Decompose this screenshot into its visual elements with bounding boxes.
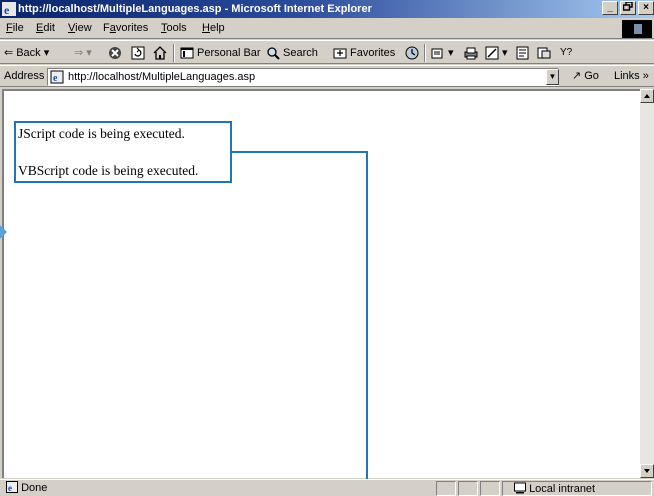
- search-button[interactable]: Search: [266, 44, 318, 62]
- address-bar: Address e http://localhost/MultipleLangu…: [0, 65, 654, 87]
- ie-logo-icon: e: [2, 2, 16, 16]
- scroll-up-button[interactable]: [640, 89, 654, 103]
- svg-text:e: e: [8, 483, 12, 493]
- menu-bar: File Edit View Favorites Tools Help: [0, 19, 654, 39]
- maximize-button[interactable]: [620, 1, 636, 15]
- menu-help[interactable]: Help: [202, 22, 225, 34]
- chevron-down-icon: ▾: [448, 47, 454, 59]
- title-bar[interactable]: e http://localhost/MultipleLanguages.asp…: [0, 0, 654, 18]
- research-button[interactable]: Y?: [560, 44, 572, 62]
- address-dropdown-button[interactable]: ▼: [546, 69, 559, 85]
- svg-text:e: e: [4, 3, 10, 16]
- address-url: http://localhost/MultipleLanguages.asp: [68, 71, 256, 83]
- status-pane: [436, 481, 456, 496]
- vertical-scrollbar[interactable]: [640, 89, 654, 478]
- back-button[interactable]: ⇐ Back ▾: [4, 44, 49, 62]
- page-icon: e: [50, 70, 64, 84]
- refresh-button[interactable]: [131, 44, 145, 62]
- callout-line: [366, 151, 368, 496]
- menu-tools[interactable]: Tools: [161, 22, 187, 34]
- favorites-button[interactable]: Favorites: [333, 44, 395, 62]
- edit-icon: [485, 46, 499, 60]
- history-icon: [405, 46, 419, 60]
- mail-icon: [431, 48, 443, 59]
- forward-arrow-icon: ⇒: [74, 47, 84, 59]
- stop-button[interactable]: [108, 44, 122, 62]
- chevron-down-icon: ▾: [502, 47, 508, 59]
- svg-text:e: e: [53, 73, 58, 84]
- favorites-icon: [333, 48, 347, 59]
- chevron-down-icon: ▾: [86, 47, 92, 59]
- menu-favorites[interactable]: Favorites: [103, 22, 148, 34]
- stop-icon: [109, 47, 121, 59]
- personal-bar-button[interactable]: Personal Bar: [180, 44, 261, 62]
- intranet-zone-icon: [514, 482, 526, 494]
- research-icon: Y?: [560, 47, 573, 58]
- scroll-down-button[interactable]: [640, 464, 654, 478]
- home-icon: [153, 46, 167, 60]
- browser-window: e http://localhost/MultipleLanguages.asp…: [0, 0, 654, 496]
- address-label: Address: [4, 70, 45, 82]
- home-button[interactable]: [153, 44, 167, 62]
- back-arrow-icon: ⇐: [4, 47, 14, 59]
- pointer-arrow-icon: [0, 225, 7, 239]
- forward-button[interactable]: ⇒ ▾: [74, 44, 92, 62]
- print-button[interactable]: [464, 44, 478, 62]
- status-pane: [458, 481, 478, 496]
- go-button[interactable]: ↗ Go: [572, 69, 599, 83]
- edit-button[interactable]: ▾: [485, 44, 508, 62]
- chevron-down-icon: ▾: [43, 47, 50, 59]
- links-button[interactable]: Links »: [614, 70, 649, 82]
- mail-button[interactable]: ▾: [431, 44, 454, 62]
- search-icon: [267, 47, 280, 60]
- callout-line: [232, 151, 367, 153]
- menu-view[interactable]: View: [68, 22, 92, 34]
- personal-bar-icon: [180, 47, 194, 59]
- messenger-button[interactable]: [537, 44, 551, 62]
- menu-edit[interactable]: Edit: [36, 22, 55, 34]
- menu-file[interactable]: File: [6, 22, 24, 34]
- status-pane: [480, 481, 500, 496]
- refresh-icon: [131, 46, 145, 60]
- address-input[interactable]: e http://localhost/MultipleLanguages.asp: [47, 68, 559, 86]
- discuss-icon: [516, 46, 529, 60]
- callout-box: [14, 121, 232, 183]
- status-text: e Done: [6, 481, 48, 494]
- windows-logo-icon: [622, 20, 652, 38]
- window-title: http://localhost/MultipleLanguages.asp -…: [18, 3, 372, 15]
- standard-toolbar: ⇐ Back ▾ ⇒ ▾ Personal Bar Search Favorit…: [0, 40, 654, 64]
- minimize-button[interactable]: _: [602, 1, 618, 15]
- print-icon: [464, 47, 478, 60]
- close-button[interactable]: ×: [638, 1, 654, 15]
- messenger-icon: [537, 47, 551, 59]
- chevron-down-icon: ▼: [548, 72, 557, 81]
- history-button[interactable]: [405, 44, 419, 62]
- page-icon: e: [6, 481, 18, 493]
- security-zone: Local intranet: [502, 481, 652, 496]
- status-bar: e Done Local intranet: [0, 479, 654, 496]
- go-arrow-icon: ↗: [572, 70, 582, 82]
- discuss-button[interactable]: [516, 44, 530, 62]
